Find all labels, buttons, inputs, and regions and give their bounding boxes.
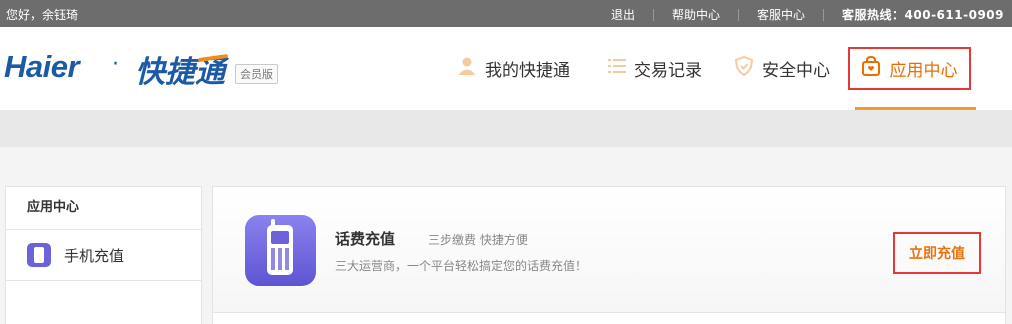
logo-brand: Haier [4,49,80,84]
nav-my-account[interactable]: 我的快捷通 [457,27,570,110]
nav-security-center[interactable]: 安全中心 [734,27,830,110]
divider [823,8,825,21]
top-links: 退出 帮助中心 客服中心 客服热线：400-611-0909 [611,6,1004,23]
nav-label: 应用中心 [889,61,958,81]
customer-service-link[interactable]: 客服中心 [757,6,805,23]
nav-transactions[interactable]: 交易记录 [608,27,702,110]
user-icon [457,56,477,81]
banner-band [0,110,1012,147]
recharge-now-button[interactable]: 立即充值 [893,232,981,274]
nav-label: 我的快捷通 [485,61,570,81]
list-icon [608,57,626,80]
hotline-text: 客服热线：400-611-0909 [842,8,1004,22]
app-description: 三大运营商，一个平台轻松搞定您的话费充值！ [335,259,588,273]
divider [738,8,740,21]
shopping-bag-icon [861,55,880,81]
logout-link[interactable]: 退出 [611,6,635,23]
mobile-phone-icon[interactable] [245,215,316,286]
nav-label: 交易记录 [634,61,702,81]
divider [653,8,654,21]
nav-app-center[interactable]: 应用中心 [848,47,971,90]
mobile-phone-icon [27,243,51,267]
nav-label: 安全中心 [762,61,830,81]
app-card-phone-recharge: 话费充值 三步缴费 快捷方便 三大运营商，一个平台轻松搞定您的话费充值！ 立即充… [213,187,1005,313]
sidebar: 应用中心 手机充值 [5,186,202,324]
logo-product: 快捷通 [135,55,225,90]
shield-icon [734,55,754,81]
sidebar-title: 应用中心 [6,187,201,230]
header: Haier · 快捷通 会员版 我的快捷通 交易记录 安全中心 应用中心 [0,27,1012,110]
help-center-link[interactable]: 帮助中心 [672,6,720,23]
sidebar-item-label: 手机充值 [64,246,125,265]
member-edition-badge: 会员版 [235,64,278,84]
top-bar: 您好，余钰琦 退出 帮助中心 客服中心 客服热线：400-611-0909 [0,0,1012,27]
app-list-panel: 话费充值 三步缴费 快捷方便 三大运营商，一个平台轻松搞定您的话费充值！ 立即充… [212,186,1006,324]
logo-dot: · [112,52,119,77]
sidebar-item-mobile-recharge[interactable]: 手机充值 [6,230,201,281]
app-subtitle: 三步缴费 快捷方便 [428,233,528,247]
greeting-text: 您好，余钰琦 [6,8,79,22]
app-title: 话费充值 [335,230,396,248]
